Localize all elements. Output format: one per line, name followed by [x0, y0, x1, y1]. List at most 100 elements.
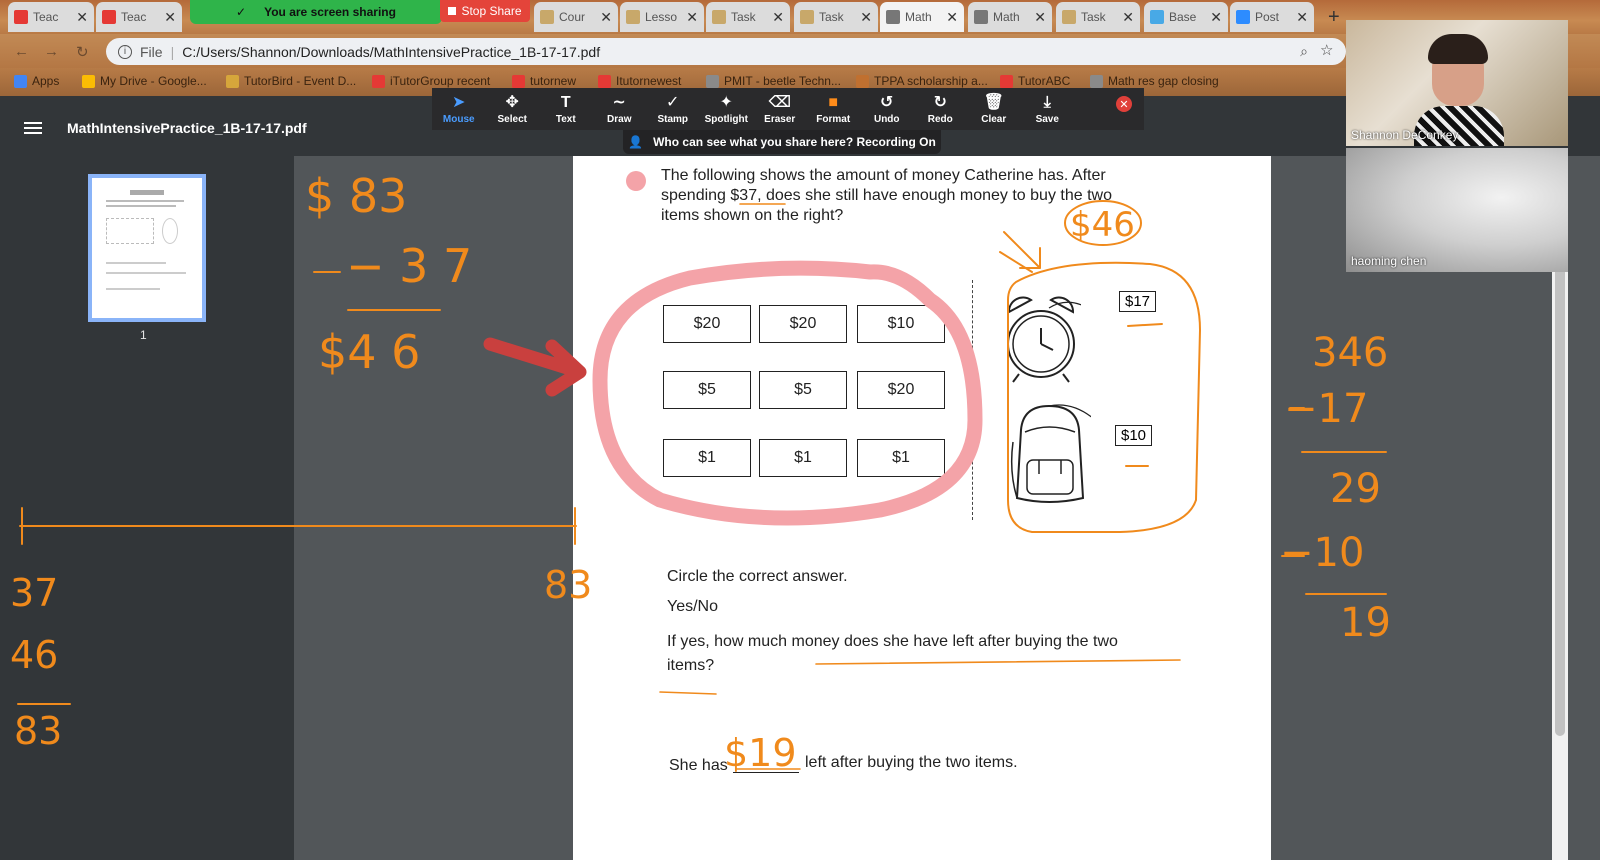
circle-prompt: Circle the correct answer. — [667, 568, 848, 585]
format-icon: ■ — [828, 93, 839, 111]
close-tab-icon[interactable]: ✕ — [1034, 9, 1046, 26]
reload-icon[interactable]: ↻ — [76, 43, 89, 61]
tab-label: Lesso — [645, 10, 678, 24]
video-tile-shannon[interactable]: Shannon DeConkey — [1346, 20, 1568, 146]
page-thumbnail[interactable] — [88, 174, 206, 322]
annotate-tool-stamp[interactable]: ✓ Stamp — [646, 88, 700, 130]
thumbnail-sidebar: 1 — [0, 156, 294, 860]
video-tile-haoming[interactable]: haoming chen — [1346, 148, 1568, 272]
bookmark-item[interactable]: tutornew — [512, 74, 576, 88]
annotate-tool-select[interactable]: ✥ Select — [486, 88, 540, 130]
tab-favicon-icon — [1062, 10, 1076, 24]
tab-favicon-icon — [626, 10, 640, 24]
bookmark-item[interactable]: PMIT - beetle Techn... — [706, 74, 841, 88]
yes-no-choice[interactable]: Yes/No — [667, 597, 718, 617]
who-can-see-banner[interactable]: 👤 Who can see what you share here? Record… — [623, 130, 941, 154]
browser-tab[interactable]: Teac ✕ — [96, 2, 182, 32]
annotation-toolbar: ➤ Mouse ✥ Select T Text ∼ Draw ✓ Stamp ✦ Spotlight ⌫… — [432, 88, 1144, 130]
annotate-tool-undo[interactable]: ↺ Undo — [860, 88, 914, 130]
annotate-tool-label: Clear — [981, 113, 1007, 125]
annotate-tool-clear[interactable]: 🗑 Clear — [967, 88, 1021, 130]
bookmark-favicon-icon — [1000, 74, 1013, 88]
bookmark-favicon-icon — [706, 74, 719, 88]
bookmark-label: TutorABC — [1018, 74, 1071, 88]
bookmark-item[interactable]: TutorBird - Event D... — [226, 74, 356, 88]
close-tab-icon[interactable]: ✕ — [164, 9, 176, 26]
annotate-tool-save[interactable]: ⤓ Save — [1021, 88, 1075, 130]
bookmark-item[interactable]: My Drive - Google... — [82, 74, 207, 88]
bookmark-label: PMIT - beetle Techn... — [724, 74, 841, 88]
alarm-clock-icon — [1007, 296, 1081, 383]
bookmark-label: TPPA scholarship a... — [874, 74, 988, 88]
pdf-title: MathIntensivePractice_1B-17-17.pdf — [67, 120, 307, 136]
close-tab-icon[interactable]: ✕ — [946, 9, 958, 26]
bookmark-favicon-icon — [82, 74, 95, 88]
close-tab-icon[interactable]: ✕ — [1210, 9, 1222, 26]
back-icon[interactable]: ← — [14, 43, 29, 60]
close-tab-icon[interactable]: ✕ — [1296, 9, 1308, 26]
browser-tab[interactable]: Post ✕ — [1230, 2, 1314, 32]
bookmark-item[interactable]: TPPA scholarship a... — [856, 74, 988, 88]
tab-favicon-icon — [1150, 10, 1164, 24]
annotate-tool-format[interactable]: ■ Format — [807, 88, 861, 130]
annotate-tool-label: Redo — [927, 113, 953, 125]
annotate-tool-mouse[interactable]: ➤ Mouse — [432, 88, 486, 130]
bookmark-item[interactable]: TutorABC — [1000, 74, 1070, 88]
browser-tab[interactable]: Base ✕ — [1144, 2, 1228, 32]
address-bar[interactable]: i File | C:/Users/Shannon/Downloads/Math… — [106, 38, 1346, 65]
close-tab-icon[interactable]: ✕ — [1122, 9, 1134, 26]
close-tab-icon[interactable]: ✕ — [600, 9, 612, 26]
close-tab-icon[interactable]: ✕ — [76, 9, 88, 26]
forward-icon[interactable]: → — [44, 43, 59, 60]
tab-label: Task — [731, 10, 756, 24]
menu-icon[interactable] — [24, 122, 42, 134]
zoom-icon[interactable]: ⌕ — [1300, 43, 1308, 60]
bag-price-tag: $10 — [1115, 425, 1153, 446]
close-annotation-icon[interactable]: ✕ — [1116, 96, 1132, 112]
money-bill: $20 — [857, 371, 945, 409]
close-tab-icon[interactable]: ✕ — [772, 9, 784, 26]
annotate-tool-draw[interactable]: ∼ Draw — [593, 88, 647, 130]
bookmark-star-icon[interactable]: ☆ — [1320, 41, 1333, 59]
bookmark-favicon-icon — [372, 74, 385, 88]
browser-tab[interactable]: Task ✕ — [1056, 2, 1140, 32]
close-tab-icon[interactable]: ✕ — [860, 9, 872, 26]
browser-tab[interactable]: Task ✕ — [706, 2, 790, 32]
annotate-tool-label: Mouse — [442, 113, 475, 125]
video-name-shannon: Shannon DeConkey — [1351, 128, 1459, 142]
browser-tab[interactable]: Teac ✕ — [8, 2, 94, 32]
question-line-1: The following shows the amount of money … — [661, 167, 1106, 184]
close-tab-icon[interactable]: ✕ — [686, 9, 698, 26]
bookmark-label: Math res gap closing — [1108, 74, 1219, 88]
tab-favicon-icon — [1236, 10, 1250, 24]
browser-tab[interactable]: Math ✕ — [968, 2, 1052, 32]
screen: Teac ✕ Teac ✕ Cour ✕ Lesso ✕ Task ✕ Task ✕ Math ✕ Math… — [0, 0, 1600, 860]
video-name-haoming: haoming chen — [1351, 254, 1427, 268]
stop-share-button[interactable]: Stop Share — [440, 0, 530, 22]
annotate-tool-label: Draw — [607, 113, 632, 125]
annotate-tool-label: Eraser — [764, 113, 796, 125]
info-icon[interactable]: i — [118, 44, 132, 59]
bookmark-item[interactable]: Itutornewest — [598, 74, 681, 88]
browser-tab[interactable]: Math ✕ — [880, 2, 964, 32]
annotate-tool-redo[interactable]: ↻ Redo — [914, 88, 968, 130]
annotate-tool-text[interactable]: T Text — [539, 88, 593, 130]
question-line-3: items shown on the right? — [661, 207, 844, 224]
annotate-tool-eraser[interactable]: ⌫ Eraser — [753, 88, 807, 130]
annotate-tool-label: Format — [816, 113, 851, 125]
clock-price-tag: $17 — [1119, 291, 1157, 312]
eraser-icon: ⌫ — [768, 93, 792, 111]
bookmark-item[interactable]: Apps — [14, 74, 59, 88]
browser-tab[interactable]: Lesso ✕ — [620, 2, 704, 32]
bookmark-item[interactable]: Math res gap closing — [1090, 74, 1219, 88]
stop-share-label: Stop Share — [461, 4, 522, 18]
bookmark-item[interactable]: iTutorGroup recent — [372, 74, 490, 88]
annotate-tool-spotlight[interactable]: ✦ Spotlight — [700, 88, 754, 130]
browser-tab[interactable]: Cour ✕ — [534, 2, 618, 32]
dashed-divider — [972, 280, 973, 520]
tab-label: Math — [993, 10, 1020, 24]
url-text[interactable]: C:/Users/Shannon/Downloads/MathIntensive… — [182, 44, 600, 60]
tab-label: Task — [1081, 10, 1106, 24]
browser-tab[interactable]: Task ✕ — [794, 2, 878, 32]
mouse-icon: ➤ — [452, 93, 466, 111]
